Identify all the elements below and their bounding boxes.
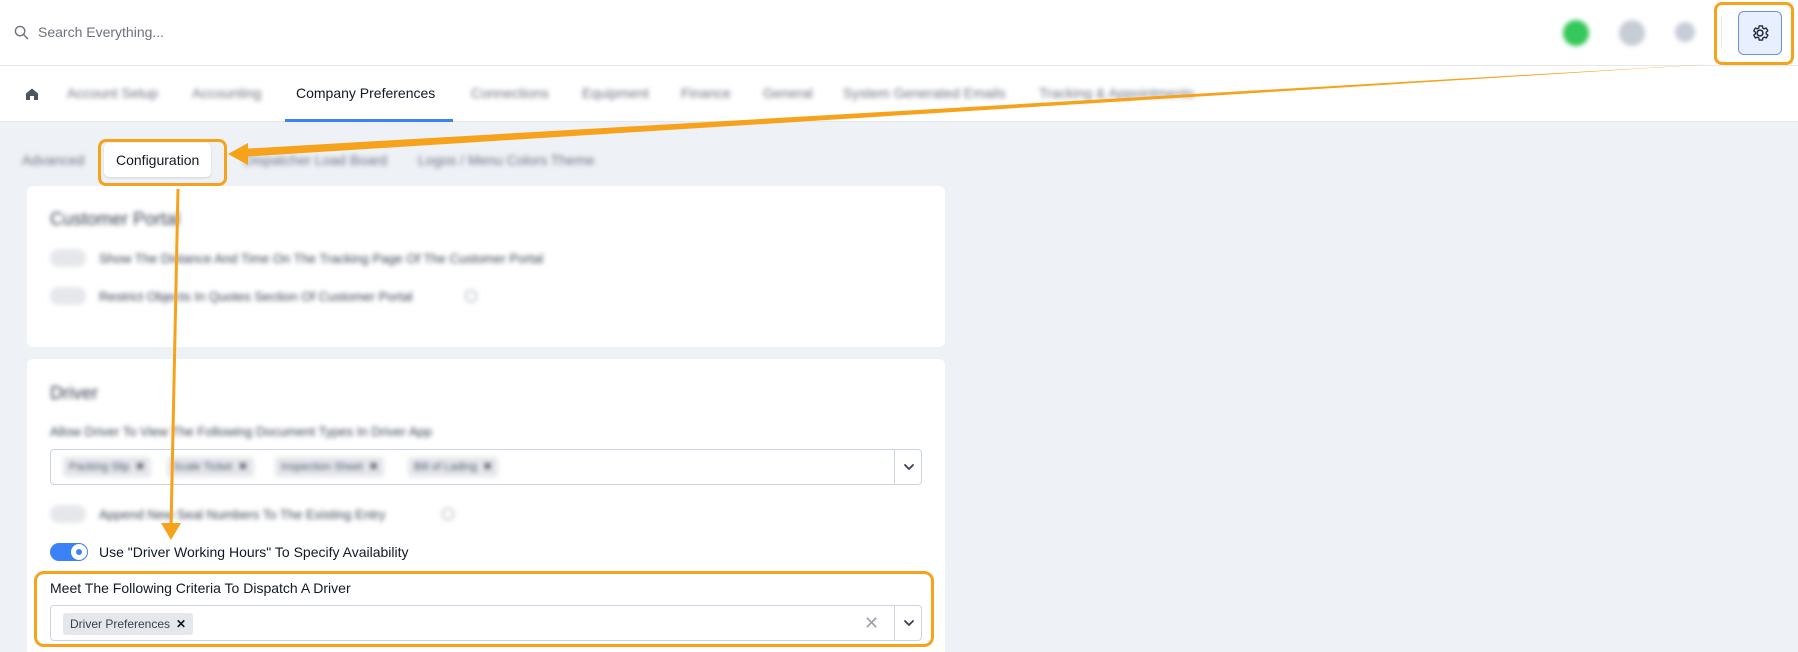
tab-account-setup[interactable]: Account Setup: [67, 85, 158, 101]
search-icon: [14, 25, 29, 39]
working-hours-label: Use "Driver Working Hours" To Specify Av…: [99, 544, 409, 560]
doc-types-select[interactable]: Packing Slip ✕ Scale Ticket ✕ Inspection S…: [50, 449, 922, 485]
tab-accounting[interactable]: Accounting: [192, 85, 261, 101]
restrict-objects-label: Restrict Objects In Quotes Section Of Cu…: [99, 289, 413, 304]
dropdown-divider: [894, 450, 895, 484]
append-seal-toggle[interactable]: [50, 505, 86, 523]
info-icon[interactable]: [442, 508, 454, 520]
doc-type-chip[interactable]: Packing Slip ✕: [63, 457, 151, 477]
chip-label: Scale Ticket: [173, 461, 233, 473]
subtab-advanced[interactable]: Advanced: [10, 143, 96, 177]
chat-icon[interactable]: [1619, 20, 1645, 46]
subtab-dispatcher-load-board[interactable]: Dispatcher Load Board: [232, 143, 399, 177]
configuration-callout: [98, 139, 227, 186]
toggle-dot: [76, 549, 82, 555]
top-bar: Search Everything...: [0, 0, 1798, 66]
user-avatar-icon[interactable]: [1563, 20, 1589, 46]
driver-title: Driver: [50, 383, 98, 403]
chip-remove-icon[interactable]: ✕: [176, 617, 186, 631]
tab-finance[interactable]: Finance: [681, 85, 731, 101]
bell-icon[interactable]: [1675, 22, 1695, 42]
doc-type-chip[interactable]: Scale Ticket ✕: [167, 457, 254, 477]
subtab-logos-menu-colors-theme[interactable]: Logos / Menu Colors Theme: [406, 143, 606, 177]
nav-bar: Account Setup Accounting Company Prefere…: [0, 66, 1798, 122]
customer-portal-title: Customer Portal: [50, 209, 181, 229]
search-input[interactable]: Search Everything...: [38, 24, 164, 40]
home-icon[interactable]: [24, 86, 40, 102]
search-box[interactable]: Search Everything...: [14, 20, 164, 44]
distance-time-toggle[interactable]: [50, 249, 86, 267]
doc-type-chip[interactable]: Inspection Sheet ✕: [275, 457, 385, 477]
tab-system-generated-emails[interactable]: System Generated Emails: [843, 85, 1006, 101]
criteria-chip[interactable]: Driver Preferences ✕: [63, 613, 194, 635]
tab-tracking-appointments[interactable]: Tracking & Appointments: [1039, 85, 1194, 101]
clear-icon[interactable]: ✕: [864, 614, 879, 632]
tab-equipment[interactable]: Equipment: [582, 85, 649, 101]
criteria-label: Meet The Following Criteria To Dispatch …: [50, 580, 351, 596]
chip-remove-icon[interactable]: ✕: [136, 461, 145, 473]
distance-time-label: Show The Distance And Time On The Tracki…: [99, 251, 544, 266]
restrict-objects-toggle[interactable]: [50, 287, 86, 305]
tab-company-preferences[interactable]: Company Preferences: [296, 85, 435, 101]
criteria-select[interactable]: Driver Preferences ✕ ✕: [50, 605, 922, 641]
chip-label: Bill of Lading: [414, 461, 477, 473]
append-seal-label: Append New Seal Numbers To The Existing …: [99, 507, 386, 522]
doc-type-chip[interactable]: Bill of Lading ✕: [408, 457, 499, 477]
toggle-knob: [71, 544, 87, 560]
chip-remove-icon[interactable]: ✕: [238, 461, 247, 473]
chip-label: Packing Slip: [69, 461, 130, 473]
dropdown-divider: [894, 606, 895, 640]
tab-general[interactable]: General: [763, 85, 813, 101]
chip-label: Driver Preferences: [70, 617, 171, 631]
tab-connections[interactable]: Connections: [471, 85, 549, 101]
chip-remove-icon[interactable]: ✕: [369, 461, 378, 473]
info-icon[interactable]: [465, 290, 477, 302]
chip-remove-icon[interactable]: ✕: [483, 461, 492, 473]
chip-label: Inspection Sheet: [281, 461, 363, 473]
doc-types-label: Allow Driver To View The Following Docum…: [50, 424, 432, 439]
chevron-down-icon[interactable]: [902, 460, 916, 474]
settings-callout: [1714, 2, 1794, 65]
active-tab-indicator: [285, 119, 453, 122]
chevron-down-icon[interactable]: [902, 616, 916, 630]
working-hours-toggle[interactable]: [50, 543, 88, 561]
